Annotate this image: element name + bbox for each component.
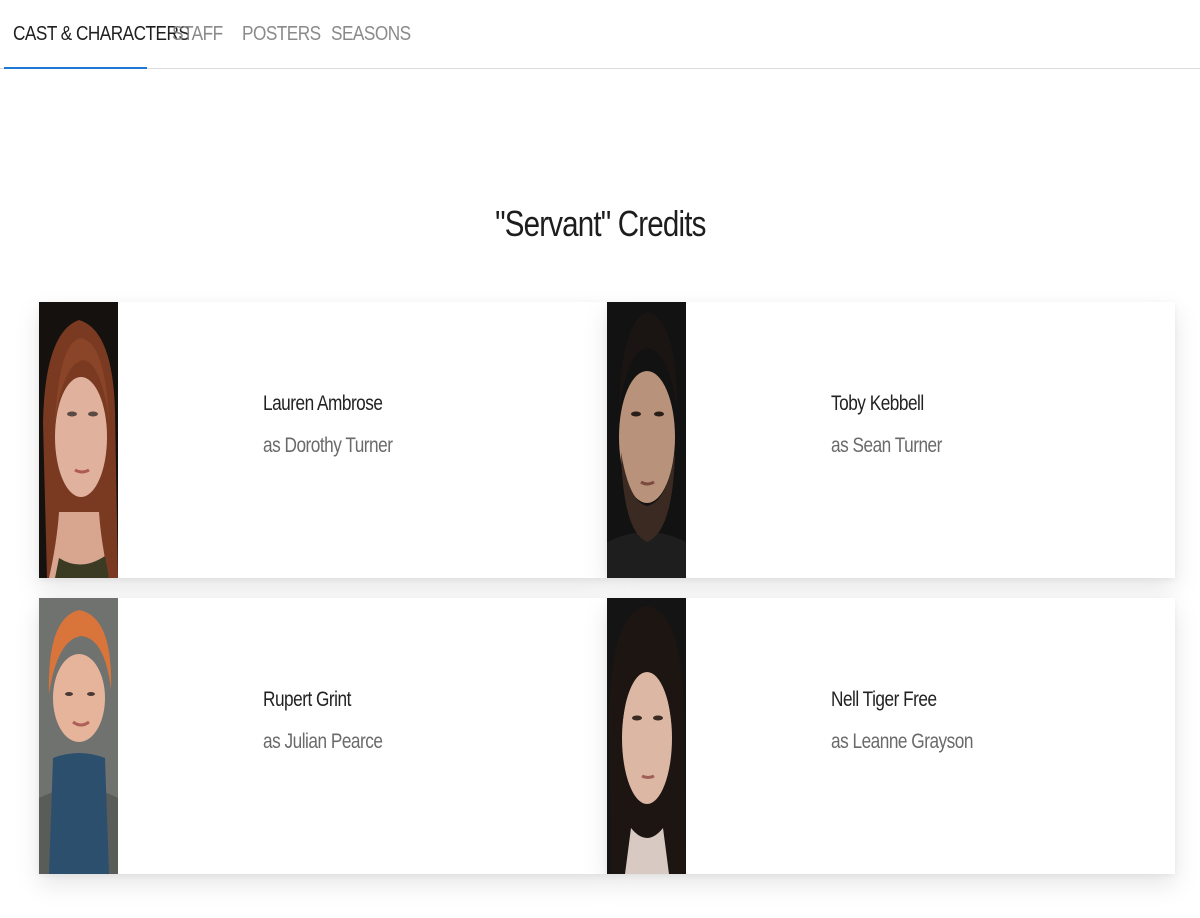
character-name: as Sean Turner: [831, 434, 942, 457]
tab-bar: CAST & CHARACTERS STAFF POSTERS SEASONS: [0, 0, 1200, 69]
tab-posters[interactable]: POSTERS: [242, 0, 321, 69]
tab-staff[interactable]: STAFF: [172, 0, 223, 69]
actor-photo: [39, 598, 118, 874]
cast-card-nell-tiger-free[interactable]: Nell Tiger Free as Leanne Grayson: [607, 598, 1175, 874]
actor-photo: [607, 598, 686, 874]
actor-name: Lauren Ambrose: [263, 392, 383, 415]
actor-name: Rupert Grint: [263, 688, 351, 711]
page-title: "Servant" Credits: [0, 203, 1200, 245]
tab-seasons[interactable]: SEASONS: [331, 0, 411, 69]
cast-card-lauren-ambrose[interactable]: Lauren Ambrose as Dorothy Turner: [39, 302, 607, 578]
actor-name: Toby Kebbell: [831, 392, 924, 415]
page-title-text: "Servant" Credits: [494, 203, 706, 244]
active-tab-indicator: [4, 67, 147, 69]
cast-card-rupert-grint[interactable]: Rupert Grint as Julian Pearce: [39, 598, 607, 874]
actor-name: Nell Tiger Free: [831, 688, 937, 711]
actor-photo: [39, 302, 118, 578]
character-name: as Leanne Grayson: [831, 730, 973, 753]
character-name: as Dorothy Turner: [263, 434, 393, 457]
tab-cast-characters[interactable]: CAST & CHARACTERS: [13, 0, 190, 69]
actor-photo: [607, 302, 686, 578]
character-name: as Julian Pearce: [263, 730, 383, 753]
cast-card-toby-kebbell[interactable]: Toby Kebbell as Sean Turner: [607, 302, 1175, 578]
